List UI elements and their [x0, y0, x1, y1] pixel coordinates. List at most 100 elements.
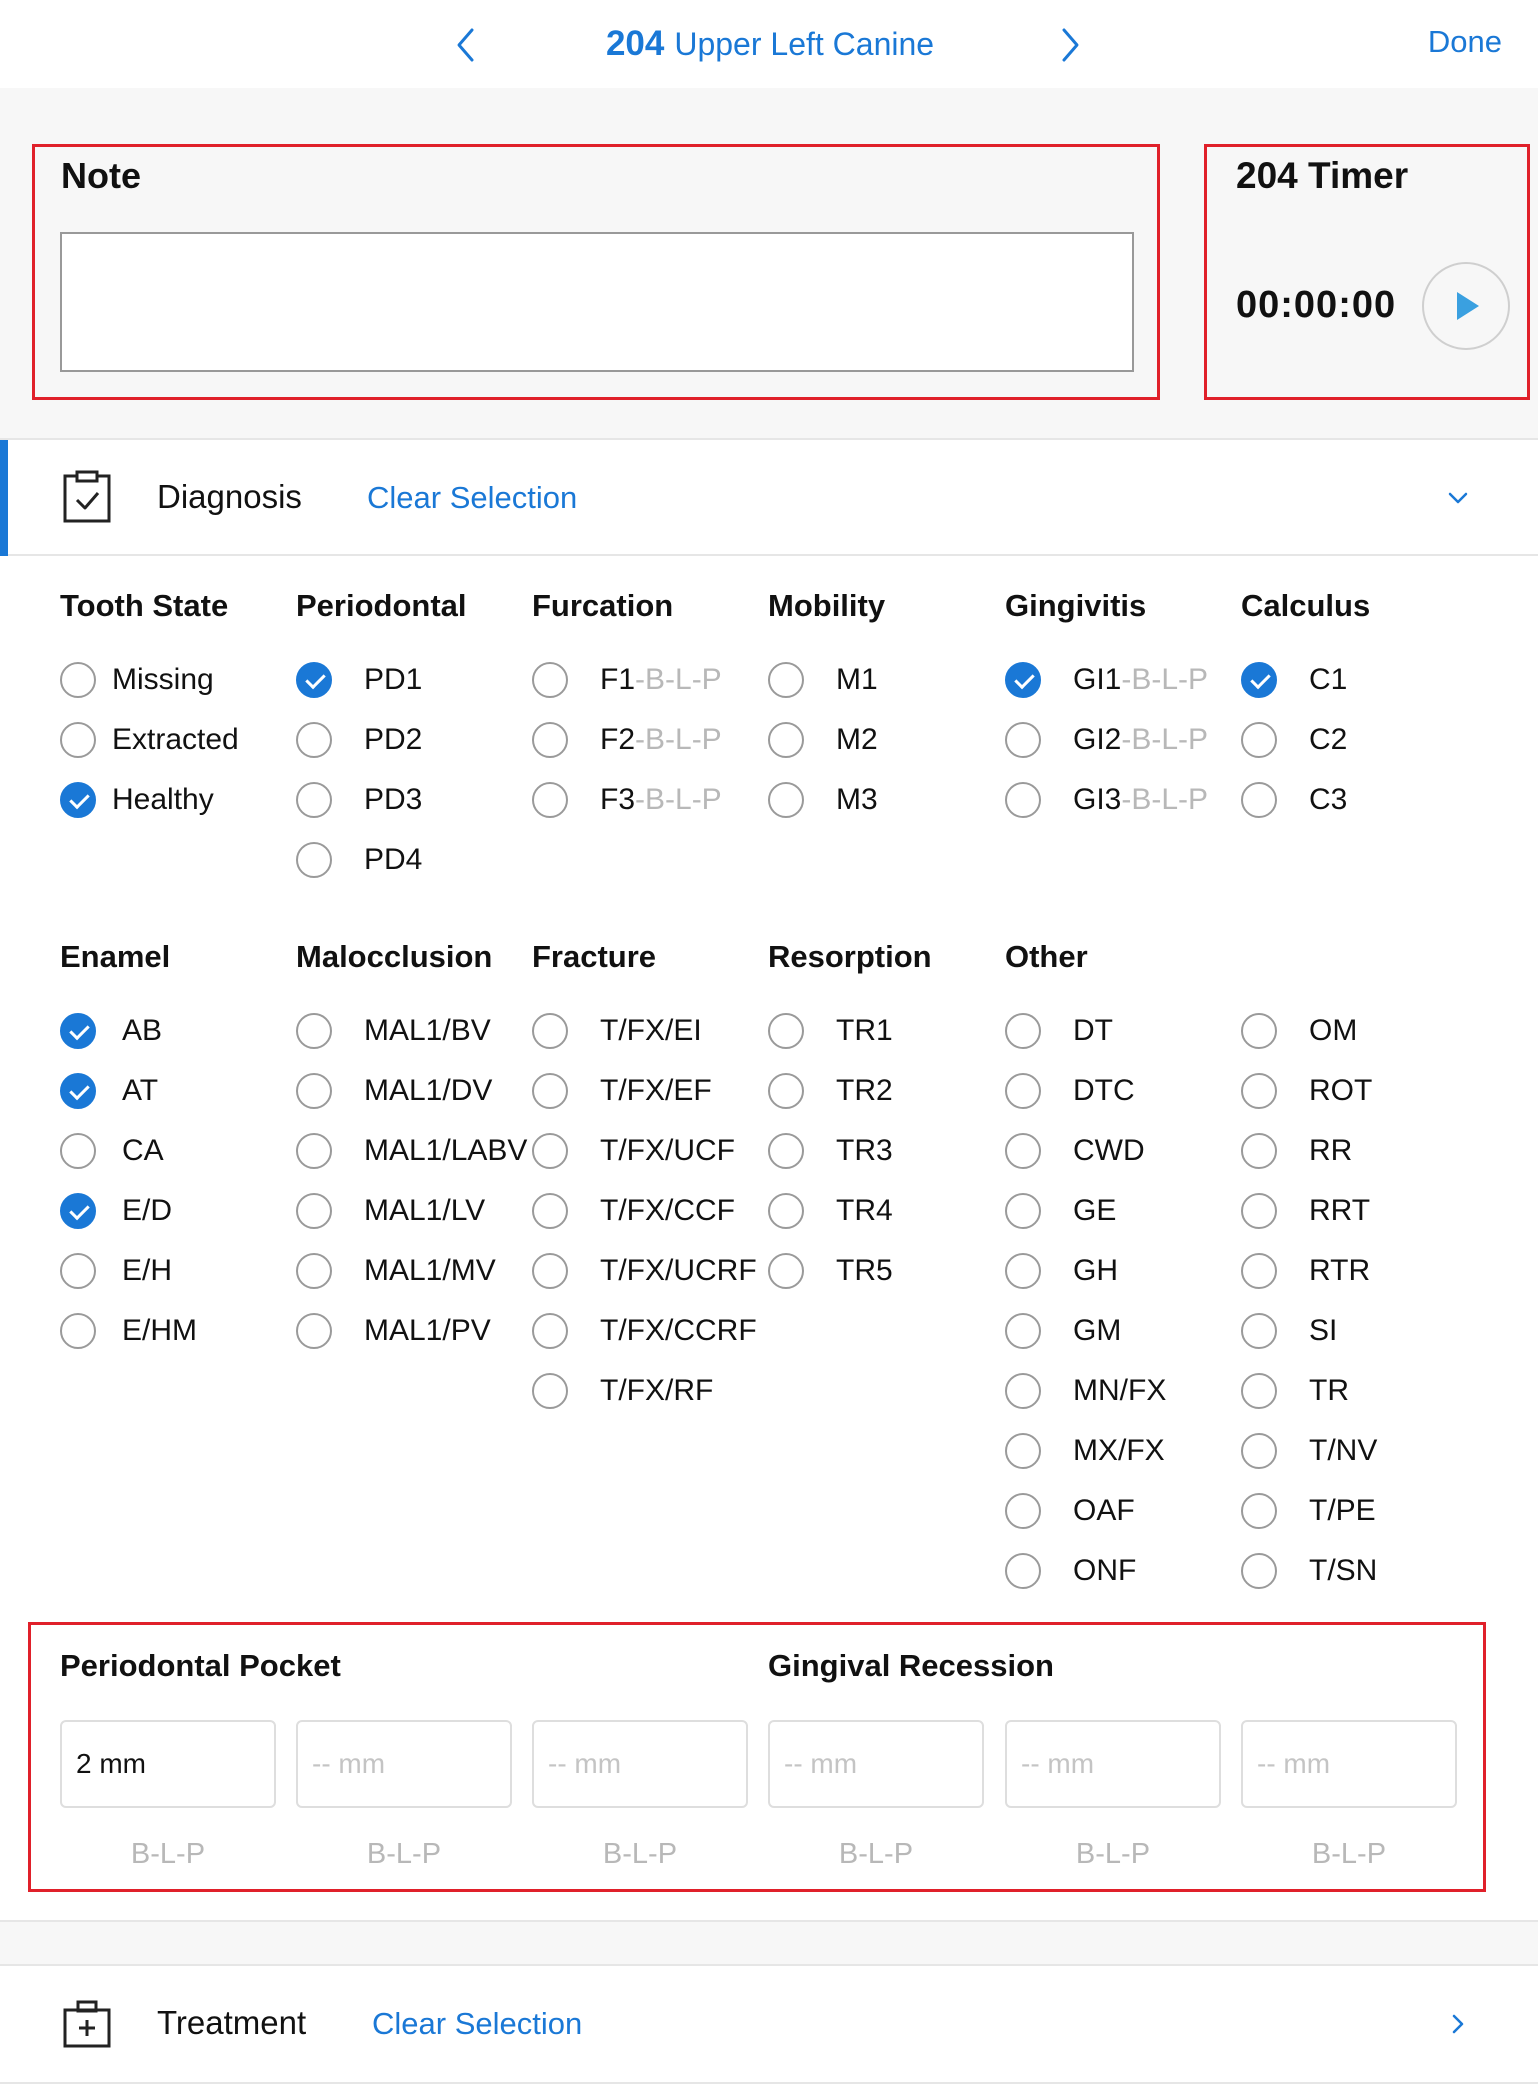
radio-unchecked[interactable] — [1241, 1553, 1277, 1589]
radio-unchecked[interactable] — [532, 1133, 568, 1169]
option-t-nv[interactable]: T/NV — [1241, 1431, 1377, 1471]
radio-unchecked[interactable] — [296, 1313, 332, 1349]
option-mal1-bv[interactable]: MAL1/BV — [296, 1011, 491, 1051]
option-t-fx-ccf[interactable]: T/FX/CCF — [532, 1191, 735, 1231]
option-mx-fx[interactable]: MX/FX — [1005, 1431, 1165, 1471]
option-pd4[interactable]: PD4 — [296, 840, 422, 880]
radio-unchecked[interactable] — [296, 842, 332, 878]
option-f3[interactable]: F3 -B-L-P — [532, 780, 722, 820]
option-gi3[interactable]: GI3 -B-L-P — [1005, 780, 1208, 820]
option-t-fx-ef[interactable]: T/FX/EF — [532, 1071, 712, 1111]
radio-unchecked[interactable] — [1241, 1013, 1277, 1049]
radio-unchecked[interactable] — [768, 1253, 804, 1289]
radio-unchecked[interactable] — [1005, 1553, 1041, 1589]
treatment-clear-selection-link[interactable]: Clear Selection — [372, 2006, 582, 2042]
option-ca[interactable]: CA — [60, 1131, 164, 1171]
option-c3[interactable]: C3 — [1241, 780, 1347, 820]
option-mal1-labv[interactable]: MAL1/LABV — [296, 1131, 527, 1171]
radio-unchecked[interactable] — [1005, 722, 1041, 758]
radio-unchecked[interactable] — [532, 722, 568, 758]
option-rtr[interactable]: RTR — [1241, 1251, 1370, 1291]
radio-unchecked[interactable] — [532, 1373, 568, 1409]
option-mn-fx[interactable]: MN/FX — [1005, 1371, 1166, 1411]
option-tr3[interactable]: TR3 — [768, 1131, 893, 1171]
option-mal1-pv[interactable]: MAL1/PV — [296, 1311, 491, 1351]
radio-unchecked[interactable] — [768, 1133, 804, 1169]
chevron-right-icon[interactable] — [1444, 2010, 1472, 2038]
option-t-sn[interactable]: T/SN — [1241, 1551, 1377, 1591]
option-rot[interactable]: ROT — [1241, 1071, 1372, 1111]
radio-unchecked[interactable] — [532, 1013, 568, 1049]
radio-unchecked[interactable] — [1241, 722, 1277, 758]
radio-unchecked[interactable] — [1005, 1313, 1041, 1349]
option-t-fx-rf[interactable]: T/FX/RF — [532, 1371, 713, 1411]
radio-unchecked[interactable] — [532, 782, 568, 818]
option-dt[interactable]: DT — [1005, 1011, 1113, 1051]
option-extracted[interactable]: Extracted — [60, 720, 239, 760]
done-button[interactable]: Done — [1428, 24, 1502, 60]
radio-unchecked[interactable] — [1241, 1493, 1277, 1529]
radio-unchecked[interactable] — [532, 1193, 568, 1229]
option-gi2[interactable]: GI2 -B-L-P — [1005, 720, 1208, 760]
periodontal-pocket-input[interactable] — [296, 1720, 512, 1808]
option-m1[interactable]: M1 — [768, 660, 878, 700]
option-t-fx-ei[interactable]: T/FX/EI — [532, 1011, 702, 1051]
radio-unchecked[interactable] — [768, 1013, 804, 1049]
radio-unchecked[interactable] — [768, 662, 804, 698]
option-t-pe[interactable]: T/PE — [1241, 1491, 1376, 1531]
option-c1[interactable]: C1 — [1241, 660, 1347, 700]
option-gi1[interactable]: GI1 -B-L-P — [1005, 660, 1208, 700]
radio-checked[interactable] — [1005, 662, 1041, 698]
radio-unchecked[interactable] — [60, 722, 96, 758]
radio-unchecked[interactable] — [1005, 1373, 1041, 1409]
treatment-section-header[interactable]: Treatment Clear Selection — [0, 1966, 1538, 2084]
option-m3[interactable]: M3 — [768, 780, 878, 820]
radio-unchecked[interactable] — [768, 722, 804, 758]
option-m2[interactable]: M2 — [768, 720, 878, 760]
radio-unchecked[interactable] — [1241, 1373, 1277, 1409]
radio-unchecked[interactable] — [296, 1013, 332, 1049]
radio-unchecked[interactable] — [1241, 1193, 1277, 1229]
option-at[interactable]: AT — [60, 1071, 158, 1111]
radio-unchecked[interactable] — [768, 1193, 804, 1229]
option-rr[interactable]: RR — [1241, 1131, 1352, 1171]
radio-checked[interactable] — [1241, 662, 1277, 698]
option-tr[interactable]: TR — [1241, 1371, 1349, 1411]
radio-unchecked[interactable] — [1241, 782, 1277, 818]
option-t-fx-ucrf[interactable]: T/FX/UCRF — [532, 1251, 757, 1291]
option-pd1[interactable]: PD1 — [296, 660, 422, 700]
radio-unchecked[interactable] — [1005, 1193, 1041, 1229]
option-ab[interactable]: AB — [60, 1011, 162, 1051]
radio-checked[interactable] — [60, 1193, 96, 1229]
option-mal1-mv[interactable]: MAL1/MV — [296, 1251, 496, 1291]
radio-unchecked[interactable] — [60, 662, 96, 698]
periodontal-pocket-input[interactable] — [60, 1720, 276, 1808]
radio-unchecked[interactable] — [532, 662, 568, 698]
radio-unchecked[interactable] — [60, 1133, 96, 1169]
radio-unchecked[interactable] — [1005, 1433, 1041, 1469]
previous-tooth-button[interactable] — [445, 22, 485, 68]
option-f2[interactable]: F2 -B-L-P — [532, 720, 722, 760]
radio-unchecked[interactable] — [1241, 1253, 1277, 1289]
radio-unchecked[interactable] — [768, 782, 804, 818]
option-cwd[interactable]: CWD — [1005, 1131, 1145, 1171]
next-tooth-button[interactable] — [1051, 22, 1091, 68]
radio-checked[interactable] — [60, 1013, 96, 1049]
radio-unchecked[interactable] — [1241, 1433, 1277, 1469]
radio-unchecked[interactable] — [1005, 1253, 1041, 1289]
note-input[interactable] — [60, 232, 1134, 372]
radio-unchecked[interactable] — [532, 1313, 568, 1349]
option-e-h[interactable]: E/H — [60, 1251, 172, 1291]
radio-unchecked[interactable] — [1005, 1493, 1041, 1529]
gingival-recession-input[interactable] — [768, 1720, 984, 1808]
radio-unchecked[interactable] — [1241, 1313, 1277, 1349]
option-tr5[interactable]: TR5 — [768, 1251, 893, 1291]
radio-unchecked[interactable] — [296, 1193, 332, 1229]
gingival-recession-input[interactable] — [1005, 1720, 1221, 1808]
option-oaf[interactable]: OAF — [1005, 1491, 1135, 1531]
radio-unchecked[interactable] — [532, 1073, 568, 1109]
option-e-hm[interactable]: E/HM — [60, 1311, 197, 1351]
radio-unchecked[interactable] — [1005, 1013, 1041, 1049]
radio-unchecked[interactable] — [60, 1253, 96, 1289]
radio-checked[interactable] — [60, 1073, 96, 1109]
